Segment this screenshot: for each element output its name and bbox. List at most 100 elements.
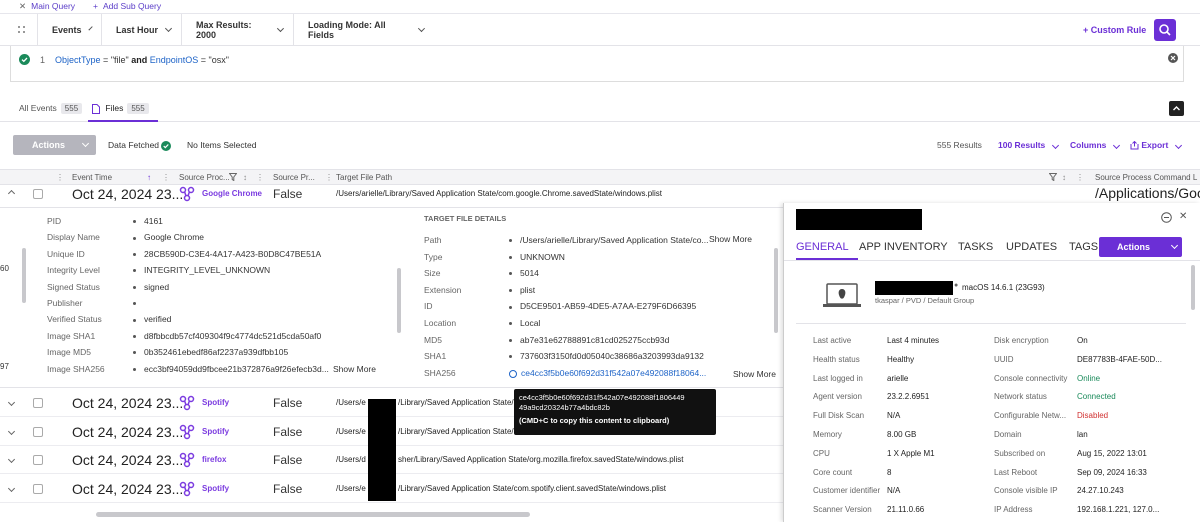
column-menu-icon[interactable]: ⋮ (1076, 173, 1084, 182)
close-icon[interactable]: ✕ (1179, 211, 1187, 222)
max-results-dropdown[interactable]: Max Results: 2000 (182, 14, 294, 46)
target-path-cell: /Users/e (336, 398, 366, 407)
main-query-tab[interactable]: ✕ Main Query (19, 1, 75, 12)
bullet-icon (133, 318, 136, 322)
loading-mode-label: Loading Mode: All Fields (308, 20, 386, 40)
field-value: 23.2.2.6951 (887, 392, 930, 402)
panel-actions-button[interactable]: Actions (1099, 237, 1182, 257)
add-sub-query-button[interactable]: + Add Sub Query (93, 1, 161, 11)
events-dropdown[interactable]: Events (38, 14, 102, 46)
custom-rule-button[interactable]: + Custom Rule (1083, 25, 1146, 35)
row-checkbox[interactable] (33, 483, 43, 494)
copy-tooltip: ce4cc3f5b0e60f692d31f542a07e492088f18064… (514, 389, 716, 435)
row-checkbox[interactable] (33, 426, 43, 437)
field-value: Disabled (1077, 411, 1109, 421)
hash-link[interactable]: ce4cc3f5b0e60f692d31f542a07e492088f18064… (521, 368, 706, 378)
filter-icon[interactable] (228, 173, 238, 183)
process-icon (179, 452, 195, 470)
source-process-cell[interactable]: firefox (202, 455, 226, 464)
bullet-icon (133, 335, 136, 339)
column-menu-icon[interactable]: ⋮ (162, 173, 170, 182)
tab-files[interactable]: Files 555 (92, 103, 149, 114)
sort-icon[interactable]: ↕ (1062, 173, 1066, 182)
field-value: 1 X Apple M1 (887, 448, 935, 458)
source-process-cell[interactable]: Spotify (202, 484, 229, 493)
results-per-page-dropdown[interactable]: 100 Results (998, 140, 1060, 150)
column-source-process[interactable]: Source Proc... (179, 173, 230, 182)
scrollbar[interactable] (1191, 265, 1195, 310)
column-menu-icon[interactable]: ⋮ (56, 173, 64, 182)
filter-icon[interactable] (1048, 173, 1058, 183)
copy-icon[interactable] (509, 369, 517, 378)
scrollbar[interactable] (397, 268, 401, 333)
field-value: 21.11.0.66 (887, 505, 925, 515)
expand-row-icon[interactable] (7, 427, 16, 435)
target-value: /Users/arielle/Library/Saved Application… (509, 235, 709, 245)
collapse-row-icon[interactable] (7, 189, 16, 198)
detail-value: INTEGRITY_LEVEL_UNKNOWN (133, 265, 270, 275)
loading-mode-dropdown[interactable]: Loading Mode: All Fields (294, 14, 434, 46)
columns-dropdown[interactable]: Columns (1070, 140, 1121, 150)
show-more-link[interactable]: Show More (333, 364, 376, 374)
target-key: Path (424, 235, 442, 245)
query-value-osx: "osx" (208, 54, 229, 65)
sort-up-icon[interactable]: ↑ (147, 173, 151, 182)
expand-row-icon[interactable] (7, 484, 16, 492)
detail-key: Image SHA256 (47, 363, 105, 374)
bullet-icon (133, 302, 136, 306)
show-more-link[interactable]: Show More (733, 369, 776, 379)
tab-app-inventory[interactable]: APP INVENTORY (859, 241, 948, 253)
close-icon[interactable]: ✕ (19, 1, 26, 11)
column-event-time[interactable]: Event Time (72, 173, 112, 182)
event-time-cell: Oct 24, 2024 23... (72, 452, 184, 468)
drag-handle-icon[interactable] (0, 14, 38, 46)
time-range-dropdown[interactable]: Last Hour (102, 14, 182, 46)
laptop-icon (822, 283, 862, 311)
tab-tasks[interactable]: TASKS (958, 241, 993, 253)
column-source-pr[interactable]: Source Pr... (273, 173, 315, 182)
source-process-cell[interactable]: Google Chrome (202, 189, 262, 198)
detail-key: Signed Status (47, 281, 100, 292)
field-key: Health status (813, 354, 860, 364)
detail-key: PID (47, 216, 62, 226)
column-source-command-line[interactable]: Source Process Command L (1095, 173, 1197, 182)
column-menu-icon[interactable]: ⋮ (325, 173, 333, 182)
column-menu-icon[interactable]: ⋮ (256, 173, 264, 182)
row-checkbox[interactable] (33, 189, 43, 199)
row-checkbox[interactable] (33, 455, 43, 465)
clear-query-icon[interactable] (1168, 53, 1178, 65)
count-badge: 555 (127, 103, 149, 114)
collapse-button[interactable] (1169, 101, 1184, 116)
source-process-cell[interactable]: Spotify (202, 427, 229, 436)
event-time-cell: Oct 24, 2024 23... (72, 480, 184, 497)
tab-tags[interactable]: TAGS (1069, 241, 1098, 253)
target-value-text: Local (520, 318, 541, 328)
search-icon (1159, 24, 1171, 36)
bullet-icon (133, 220, 136, 224)
column-target-file-path[interactable]: Target File Path (336, 173, 392, 182)
horizontal-scrollbar[interactable] (96, 512, 530, 517)
target-value-text: 5014 (520, 268, 539, 279)
chevron-down-icon (1113, 141, 1121, 150)
sort-icon[interactable]: ↕ (243, 173, 247, 182)
tab-updates[interactable]: UPDATES (1006, 241, 1057, 253)
row-checkbox[interactable] (33, 398, 43, 408)
tab-general[interactable]: GENERAL (796, 241, 849, 253)
export-dropdown[interactable]: Export (1130, 140, 1183, 150)
line-number: 1 (40, 54, 46, 65)
scrollbar[interactable] (774, 248, 778, 333)
scrollbar[interactable] (22, 248, 26, 303)
actions-button[interactable]: Actions (13, 135, 96, 155)
divider (796, 323, 1186, 324)
expand-row-icon[interactable] (7, 398, 16, 407)
minimize-icon[interactable] (1161, 212, 1172, 225)
table-header: ⋮ Event Time ↑ ⋮ Source Proc... ↕ ⋮ Sour… (0, 169, 1200, 185)
tab-all-events[interactable]: All Events 555 (19, 103, 83, 114)
source-process-cell[interactable]: Spotify (202, 398, 229, 407)
expand-row-icon[interactable] (7, 455, 16, 464)
query-editor[interactable]: 1 ObjectType = "file" and EndpointOS = "… (10, 46, 1184, 82)
target-value[interactable]: ce4cc3f5b0e60f692d31f542a07e492088f18064… (509, 368, 706, 378)
show-more-link[interactable]: Show More (709, 234, 752, 244)
search-button[interactable] (1154, 19, 1176, 41)
field-key: Disk encryption (994, 336, 1049, 345)
